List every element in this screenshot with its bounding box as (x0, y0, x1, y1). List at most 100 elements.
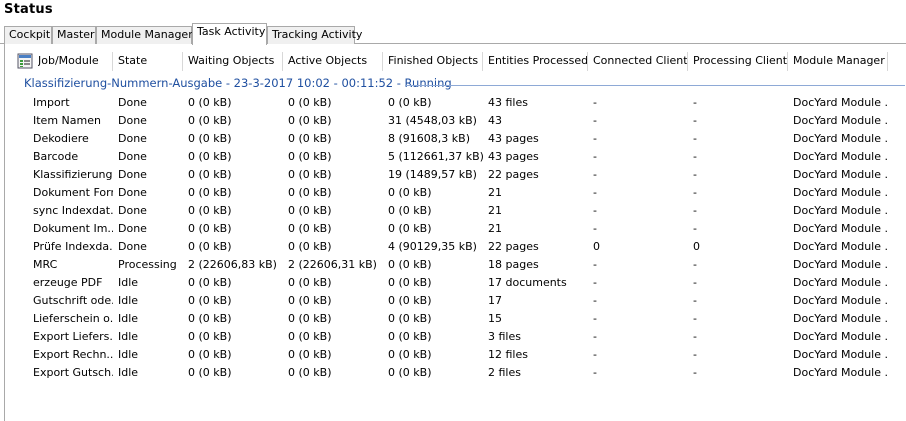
column-header-processing-clients[interactable]: Processing Clients (693, 50, 788, 72)
cell-processing-clients: - (693, 366, 697, 379)
column-header-finished-objects[interactable]: Finished Objects (388, 50, 483, 72)
column-header-module-manager[interactable]: Module Manager (793, 50, 888, 72)
cell-active-objects: 0 (0 kB) (288, 240, 332, 253)
cell-finished-objects: 0 (0 kB) (388, 276, 432, 289)
table-row[interactable]: Gutschrift ode... Idle 0 (0 kB) 0 (0 kB) 0 (… (5, 292, 906, 310)
cell-processing-clients: - (693, 150, 697, 163)
table-row[interactable]: Dekodiere Done 0 (0 kB) 0 (0 kB) 8 (91608,3 … (5, 130, 906, 148)
table-row[interactable]: Import Done 0 (0 kB) 0 (0 kB) 0 (0 kB) 43 fil… (5, 94, 906, 112)
table-row[interactable]: sync Indexdat... Done 0 (0 kB) 0 (0 kB) 0 (0… (5, 202, 906, 220)
column-divider[interactable] (282, 52, 283, 71)
cell-processing-clients: - (693, 204, 697, 217)
table-row[interactable]: MRC Processing 2 (22606,83 kB) 2 (22606,31 … (5, 256, 906, 274)
cell-waiting-objects: 0 (0 kB) (188, 204, 232, 217)
cell-state: Done (118, 132, 147, 145)
column-divider[interactable] (887, 52, 888, 71)
cell-entities-processed: 3 files (488, 330, 521, 343)
tab-module-managers[interactable]: Module Managers (96, 26, 198, 44)
table-row[interactable]: erzeuge PDF Idle 0 (0 kB) 0 (0 kB) 0 (0 kB) 1… (5, 274, 906, 292)
column-header-job-module[interactable]: Job/Module (38, 50, 108, 72)
cell-connected-clients: - (593, 366, 597, 379)
column-divider[interactable] (382, 52, 383, 71)
cell-job-module: Export Rechn... (33, 348, 113, 361)
cell-finished-objects: 4 (90129,35 kB) (388, 240, 477, 253)
cell-waiting-objects: 0 (0 kB) (188, 366, 232, 379)
table-row[interactable]: Dokument Form Done 0 (0 kB) 0 (0 kB) 0 (0 kB… (5, 184, 906, 202)
table-row[interactable]: Export Liefers... Idle 0 (0 kB) 0 (0 kB) 0 (… (5, 328, 906, 346)
tab-strip: Cockpit Master Module Managers Task Acti… (0, 22, 906, 45)
cell-module-manager: DocYard Module ... (793, 168, 889, 181)
table-row[interactable]: Prüfe Indexda... Done 0 (0 kB) 0 (0 kB) 4 (9… (5, 238, 906, 256)
cell-module-manager: DocYard Module ... (793, 276, 889, 289)
column-header-entities-processed[interactable]: Entities Processed (488, 50, 588, 72)
cell-processing-clients: - (693, 222, 697, 235)
cell-waiting-objects: 0 (0 kB) (188, 312, 232, 325)
cell-entities-processed: 22 pages (488, 168, 539, 181)
job-group-header[interactable]: Klassifizierung-Nummern-Ausgabe - 23-3-2… (24, 76, 452, 90)
cell-job-module: Dokument Im... (33, 222, 113, 235)
cell-connected-clients: - (593, 258, 597, 271)
table-row[interactable]: Export Rechn... Idle 0 (0 kB) 0 (0 kB) 0 (0 … (5, 346, 906, 364)
table-row[interactable]: Lieferschein o... Idle 0 (0 kB) 0 (0 kB) 0 (… (5, 310, 906, 328)
tab-task-activity[interactable]: Task Activity (192, 23, 267, 45)
cell-entities-processed: 2 files (488, 366, 521, 379)
column-divider[interactable] (687, 52, 688, 71)
column-divider[interactable] (182, 52, 183, 71)
column-divider[interactable] (587, 52, 588, 71)
cell-entities-processed: 43 pages (488, 150, 539, 163)
column-divider[interactable] (787, 52, 788, 71)
cell-job-module: Klassifizierung (33, 168, 113, 181)
cell-entities-processed: 12 files (488, 348, 528, 361)
column-divider[interactable] (112, 52, 113, 71)
cell-waiting-objects: 0 (0 kB) (188, 96, 232, 109)
job-module-grid-icon (17, 53, 33, 69)
cell-job-module: Lieferschein o... (33, 312, 113, 325)
cell-finished-objects: 19 (1489,57 kB) (388, 168, 477, 181)
cell-module-manager: DocYard Module ... (793, 132, 889, 145)
tab-master[interactable]: Master (52, 26, 96, 44)
table-row[interactable]: Dokument Im... Done 0 (0 kB) 0 (0 kB) 0 (0 k… (5, 220, 906, 238)
cell-module-manager: DocYard Module ... (793, 240, 889, 253)
column-header-waiting-objects[interactable]: Waiting Objects (188, 50, 283, 72)
table-row[interactable]: Klassifizierung Done 0 (0 kB) 0 (0 kB) 19 (1… (5, 166, 906, 184)
column-divider[interactable] (482, 52, 483, 71)
cell-active-objects: 0 (0 kB) (288, 294, 332, 307)
cell-waiting-objects: 0 (0 kB) (188, 150, 232, 163)
column-header-connected-clients[interactable]: Connected Clients (593, 50, 688, 72)
cell-state: Done (118, 204, 147, 217)
cell-module-manager: DocYard Module ... (793, 96, 889, 109)
cell-module-manager: DocYard Module ... (793, 186, 889, 199)
tab-cockpit[interactable]: Cockpit (4, 26, 52, 44)
cell-state: Done (118, 222, 147, 235)
tab-tracking-activity[interactable]: Tracking Activity (267, 26, 362, 44)
cell-job-module: sync Indexdat... (33, 204, 113, 217)
cell-connected-clients: 0 (593, 240, 600, 253)
column-header-state[interactable]: State (118, 50, 178, 72)
cell-job-module: Gutschrift ode... (33, 294, 113, 307)
cell-entities-processed: 17 documents (488, 276, 567, 289)
cell-processing-clients: - (693, 276, 697, 289)
table-row[interactable]: Barcode Done 0 (0 kB) 0 (0 kB) 5 (112661,37 … (5, 148, 906, 166)
cell-waiting-objects: 0 (0 kB) (188, 276, 232, 289)
cell-active-objects: 2 (22606,31 kB) (288, 258, 377, 271)
cell-processing-clients: 0 (693, 240, 700, 253)
cell-job-module: Prüfe Indexda... (33, 240, 113, 253)
column-header-active-objects[interactable]: Active Objects (288, 50, 383, 72)
cell-connected-clients: - (593, 276, 597, 289)
cell-connected-clients: - (593, 294, 597, 307)
cell-waiting-objects: 0 (0 kB) (188, 132, 232, 145)
cell-state: Idle (118, 312, 139, 325)
cell-finished-objects: 0 (0 kB) (388, 96, 432, 109)
cell-entities-processed: 21 (488, 186, 502, 199)
cell-processing-clients: - (693, 294, 697, 307)
cell-processing-clients: - (693, 168, 697, 181)
cell-connected-clients: - (593, 222, 597, 235)
cell-waiting-objects: 0 (0 kB) (188, 222, 232, 235)
cell-active-objects: 0 (0 kB) (288, 222, 332, 235)
cell-finished-objects: 0 (0 kB) (388, 348, 432, 361)
cell-entities-processed: 43 (488, 114, 502, 127)
table-row[interactable]: Item Namen Done 0 (0 kB) 0 (0 kB) 31 (4548,0… (5, 112, 906, 130)
cell-entities-processed: 22 pages (488, 240, 539, 253)
cell-active-objects: 0 (0 kB) (288, 186, 332, 199)
table-row[interactable]: Export Gutsch... Idle 0 (0 kB) 0 (0 kB) 0 (0… (5, 364, 906, 382)
